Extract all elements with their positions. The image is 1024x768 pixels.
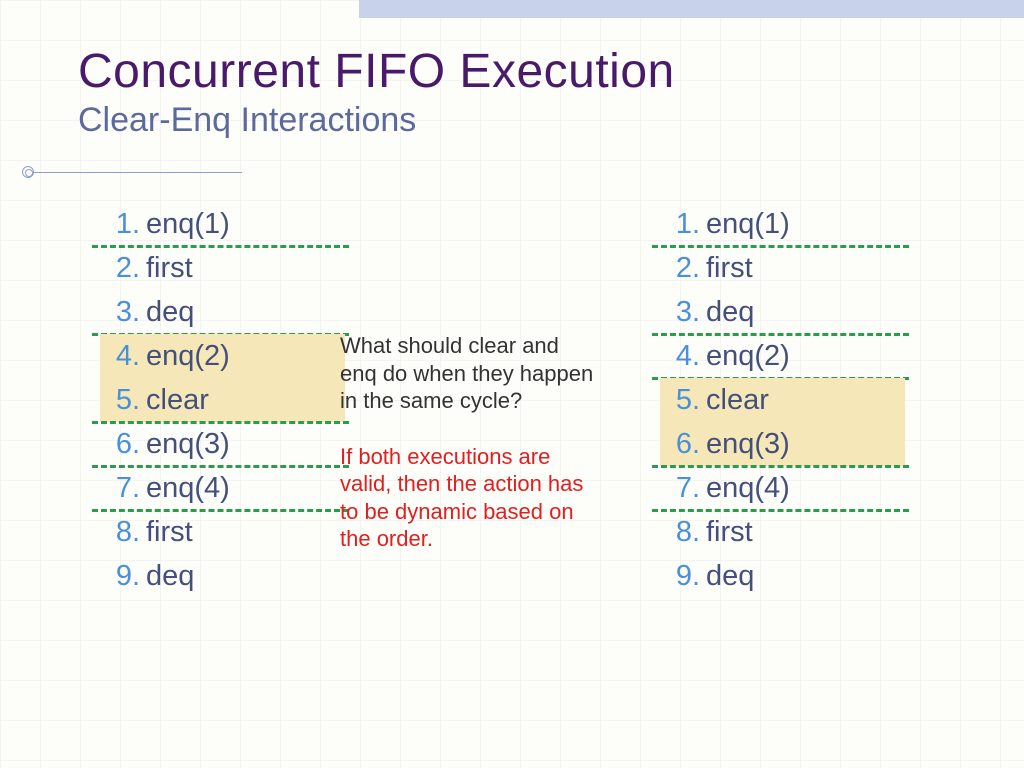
list-item: 4.enq(2) xyxy=(660,334,905,378)
item-number: 9. xyxy=(104,560,146,593)
answer-text: If both executions are valid, then the a… xyxy=(340,443,600,553)
divider-line xyxy=(22,172,242,173)
list-item: 9.deq xyxy=(660,554,905,598)
item-operation: enq(2) xyxy=(146,340,230,373)
item-number: 4. xyxy=(104,340,146,373)
item-operation: deq xyxy=(706,560,754,593)
item-operation: clear xyxy=(706,384,769,417)
item-operation: enq(2) xyxy=(706,340,790,373)
item-operation: deq xyxy=(146,296,194,329)
item-number: 3. xyxy=(104,296,146,329)
slide-subtitle: Clear-Enq Interactions xyxy=(78,101,675,140)
operation-list-right: 1.enq(1)2.first3.deq4.enq(2)5.clear6.enq… xyxy=(660,202,905,598)
list-item: 8.first xyxy=(100,510,345,554)
item-number: 5. xyxy=(104,384,146,417)
item-number: 7. xyxy=(104,472,146,505)
item-operation: enq(4) xyxy=(706,472,790,505)
list-item: 7.enq(4) xyxy=(100,466,345,510)
item-operation: deq xyxy=(706,296,754,329)
item-number: 8. xyxy=(664,516,706,549)
list-item: 3.deq xyxy=(660,290,905,334)
operation-list-left: 1.enq(1)2.first3.deq4.enq(2)5.clear6.enq… xyxy=(100,202,345,598)
list-item: 1.enq(1) xyxy=(660,202,905,246)
item-number: 2. xyxy=(664,252,706,285)
divider-bullet-icon xyxy=(22,166,34,178)
item-number: 3. xyxy=(664,296,706,329)
list-item: 5.clear xyxy=(100,378,345,422)
item-number: 6. xyxy=(664,428,706,461)
item-operation: enq(3) xyxy=(146,428,230,461)
list-item: 6.enq(3) xyxy=(100,422,345,466)
center-commentary: What should clear and enq do when they h… xyxy=(340,332,600,553)
list-item: 2.first xyxy=(660,246,905,290)
question-text: What should clear and enq do when they h… xyxy=(340,332,600,415)
item-operation: enq(1) xyxy=(146,208,230,241)
item-operation: first xyxy=(706,516,753,549)
item-operation: enq(3) xyxy=(706,428,790,461)
list-item: 3.deq xyxy=(100,290,345,334)
list-item: 7.enq(4) xyxy=(660,466,905,510)
item-operation: deq xyxy=(146,560,194,593)
item-number: 1. xyxy=(104,208,146,241)
item-operation: enq(1) xyxy=(706,208,790,241)
item-operation: first xyxy=(146,516,193,549)
list-item: 8.first xyxy=(660,510,905,554)
list-item: 6.enq(3) xyxy=(660,422,905,466)
item-number: 7. xyxy=(664,472,706,505)
item-operation: first xyxy=(146,252,193,285)
slide-title: Concurrent FIFO Execution xyxy=(78,44,675,99)
item-number: 1. xyxy=(664,208,706,241)
item-number: 6. xyxy=(104,428,146,461)
item-number: 5. xyxy=(664,384,706,417)
list-item: 9.deq xyxy=(100,554,345,598)
item-operation: clear xyxy=(146,384,209,417)
top-color-band xyxy=(359,0,1024,18)
item-number: 9. xyxy=(664,560,706,593)
list-item: 1.enq(1) xyxy=(100,202,345,246)
list-item: 4.enq(2) xyxy=(100,334,345,378)
item-number: 4. xyxy=(664,340,706,373)
item-number: 2. xyxy=(104,252,146,285)
item-number: 8. xyxy=(104,516,146,549)
item-operation: enq(4) xyxy=(146,472,230,505)
list-item: 2.first xyxy=(100,246,345,290)
list-item: 5.clear xyxy=(660,378,905,422)
item-operation: first xyxy=(706,252,753,285)
